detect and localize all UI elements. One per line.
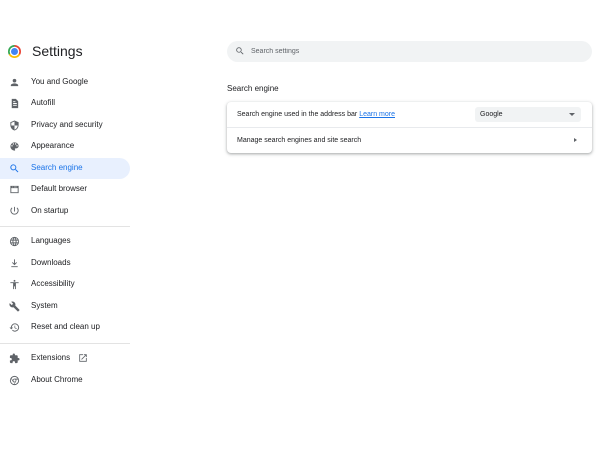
sidebar-item-label: Appearance [31, 141, 75, 150]
sidebar-item-label: Reset and clean up [31, 322, 100, 331]
sidebar-item-languages[interactable]: Languages [0, 231, 130, 252]
learn-more-link[interactable]: Learn more [359, 111, 395, 118]
accessibility-icon [9, 279, 20, 290]
section-title: Search engine [227, 84, 279, 93]
sidebar-item-label: Default browser [31, 184, 88, 193]
manage-search-engines-row[interactable]: Manage search engines and site search [227, 128, 592, 153]
sidebar-item-system[interactable]: System [0, 296, 130, 317]
search-engine-select[interactable]: Google [475, 107, 581, 122]
manage-search-engines-label: Manage search engines and site search [237, 137, 362, 144]
reset-icon [9, 322, 20, 333]
palette-icon [9, 141, 20, 152]
sidebar-item-default-browser[interactable]: Default browser [0, 179, 130, 200]
sidebar-item-downloads[interactable]: Downloads [0, 253, 130, 274]
puzzle-icon [9, 353, 20, 364]
wrench-icon [9, 301, 20, 312]
power-icon [9, 206, 20, 217]
address-bar-engine-label: Search engine used in the address bar Le… [237, 111, 395, 118]
sidebar-item-autofill[interactable]: Autofill [0, 93, 130, 114]
sidebar-item-reset-and-clean-up[interactable]: Reset and clean up [0, 317, 130, 338]
sidebar-item-privacy-and-security[interactable]: Privacy and security [0, 115, 130, 136]
sidebar-item-you-and-google[interactable]: You and Google [0, 72, 130, 93]
sidebar-item-label: Languages [31, 236, 71, 245]
chrome-logo-icon [8, 45, 21, 58]
app-title: Settings [32, 43, 83, 59]
download-icon [9, 258, 20, 269]
address-bar-engine-text: Search engine used in the address bar [237, 111, 358, 118]
chevron-right-icon [574, 138, 577, 142]
sidebar-item-about-chrome[interactable]: About Chrome [0, 370, 130, 391]
sidebar-divider [0, 343, 130, 344]
search-bar[interactable] [227, 41, 592, 62]
globe-icon [9, 236, 20, 247]
sidebar-item-on-startup[interactable]: On startup [0, 201, 130, 222]
sidebar-item-accessibility[interactable]: Accessibility [0, 274, 130, 295]
sidebar-item-appearance[interactable]: Appearance [0, 136, 130, 157]
search-engine-selected-value: Google [480, 111, 503, 118]
sidebar-item-label: Privacy and security [31, 120, 103, 129]
chrome-icon [9, 375, 20, 386]
open-in-new-icon [78, 353, 88, 363]
sidebar-item-label: Search engine [31, 163, 83, 172]
sidebar-item-label: On startup [31, 206, 69, 215]
chevron-down-icon [569, 113, 575, 116]
sidebar-item-label: System [31, 301, 58, 310]
browser-icon [9, 184, 20, 195]
sidebar-item-search-engine[interactable]: Search engine [0, 158, 130, 179]
sidebar-item-label: Autofill [31, 98, 56, 107]
sidebar-item-label: About Chrome [31, 375, 83, 384]
sidebar-item-extensions[interactable]: Extensions [0, 348, 130, 369]
shield-icon [9, 120, 20, 131]
sidebar-item-label: Downloads [31, 258, 71, 267]
search-input[interactable] [251, 44, 571, 59]
person-icon [9, 77, 20, 88]
search-icon [9, 163, 20, 174]
sidebar-divider [0, 226, 130, 227]
sidebar-item-label: Accessibility [31, 279, 75, 288]
autofill-icon [9, 98, 20, 109]
search-engine-card: Search engine used in the address bar Le… [227, 102, 592, 153]
search-icon [235, 46, 245, 56]
sidebar-item-label: You and Google [31, 77, 89, 86]
sidebar-item-label: Extensions [31, 353, 71, 362]
